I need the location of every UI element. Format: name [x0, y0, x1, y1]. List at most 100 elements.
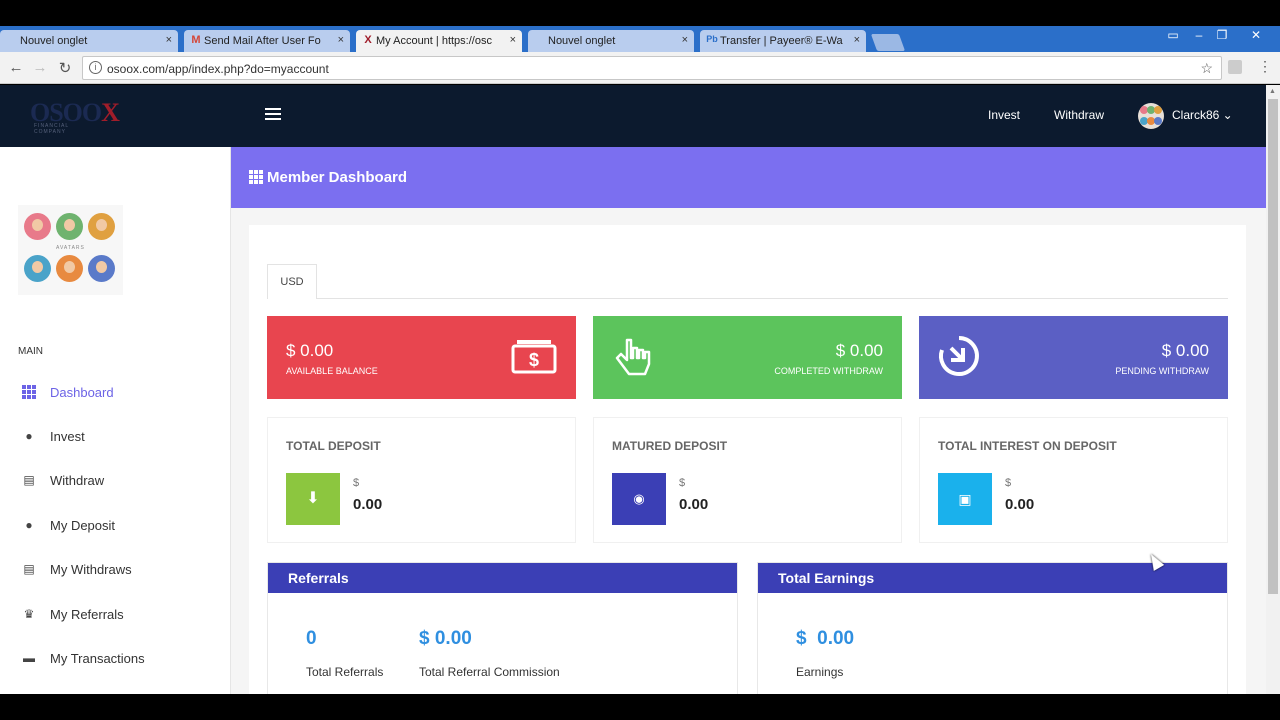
browser-tab-active[interactable]: X My Account | https://osc × — [356, 30, 522, 53]
card-title: MATURED DEPOSIT — [612, 439, 728, 453]
sidebar-item-my-referrals[interactable]: ♛ My Referrals — [0, 597, 230, 633]
tab-usd[interactable]: USD — [267, 264, 317, 299]
browser-menu-icon[interactable]: ⋮ — [1258, 58, 1272, 75]
total-earnings-card: Total Earnings $ 0.00 Earnings — [757, 562, 1228, 694]
earnings-value: $ 0.00 — [796, 628, 855, 649]
app-viewport: OSOOX FINANCIAL COMPANY Invest Withdraw … — [0, 85, 1266, 694]
stat-caption: AVAILABLE BALANCE — [286, 366, 378, 376]
restore-icon[interactable]: ❐ — [1211, 28, 1233, 42]
available-balance-card: $ 0.00 AVAILABLE BALANCE $ — [267, 316, 576, 399]
close-icon[interactable]: × — [166, 34, 172, 46]
new-tab-button[interactable] — [870, 34, 906, 51]
browser-tab[interactable]: M Send Mail After User Fo × — [184, 30, 350, 52]
stat-amount: $ 0.00 — [286, 341, 334, 360]
extension-icon[interactable] — [1228, 60, 1242, 74]
close-icon[interactable]: × — [682, 34, 688, 46]
brand-logo[interactable]: OSOOX FINANCIAL COMPANY — [30, 98, 120, 135]
deposit-value: 0.00 — [353, 496, 383, 513]
browser-tab[interactable]: Nouvel onglet × — [0, 30, 178, 52]
close-icon[interactable]: × — [338, 34, 344, 46]
cash-icon: ▤ — [23, 562, 35, 576]
nav-withdraw-link[interactable]: Withdraw — [1054, 108, 1104, 122]
browser-toolbar: ← → ↻ i osoox.com/app/index.php?do=myacc… — [0, 52, 1280, 84]
dashboard-panel: USD $ 0.00 AVAILABLE BALANCE $ $ 0.00 CO… — [249, 225, 1246, 694]
piggy-bank-icon: ● — [25, 429, 33, 443]
total-deposit-card: TOTAL DEPOSIT ⬇ $ 0.00 — [267, 417, 576, 543]
back-icon[interactable]: ← — [6, 59, 26, 76]
url-text[interactable]: osoox.com/app/index.php?do=myaccount — [107, 62, 329, 76]
forward-icon[interactable]: → — [30, 59, 50, 76]
total-referrals-value: 0 — [306, 628, 317, 649]
site-favicon-icon: X — [364, 34, 372, 46]
info-icon[interactable]: i — [89, 61, 102, 74]
sidebar-item-dashboard[interactable]: Dashboard — [0, 375, 230, 411]
currency-symbol: $ — [679, 477, 686, 489]
hamburger-menu-icon[interactable] — [265, 108, 281, 122]
card-title: TOTAL DEPOSIT — [286, 439, 381, 453]
currency-symbol: $ — [1005, 477, 1012, 489]
window-close-icon[interactable]: ✕ — [1245, 28, 1267, 42]
card-title: Referrals — [288, 570, 349, 586]
close-icon[interactable]: × — [510, 34, 516, 46]
total-referrals-label: Total Referrals — [306, 665, 384, 679]
profile-icon[interactable]: ▭ — [1162, 28, 1184, 42]
completed-withdraw-card: $ 0.00 COMPLETED WITHDRAW — [593, 316, 902, 399]
profile-avatar-image: AVATARS — [18, 205, 123, 295]
total-interest-card: TOTAL INTEREST ON DEPOSIT ▣ $ 0.00 — [919, 417, 1228, 543]
sidebar-item-label: Withdraw — [50, 473, 105, 488]
matured-deposit-card: MATURED DEPOSIT ◉ $ 0.00 — [593, 417, 902, 543]
stat-caption: PENDING WITHDRAW — [1115, 366, 1209, 376]
browser-tab-bar: Nouvel onglet × M Send Mail After User F… — [0, 26, 1280, 53]
referral-commission-label: Total Referral Commission — [419, 665, 560, 679]
deposit-value: 0.00 — [1005, 496, 1035, 513]
nav-invest-link[interactable]: Invest — [988, 108, 1020, 122]
tab-title: My Account | https://osc — [376, 35, 492, 47]
user-avatar[interactable] — [1138, 103, 1164, 129]
card-title: TOTAL INTEREST ON DEPOSIT — [938, 439, 1117, 453]
piggy-bank-icon: ● — [25, 518, 33, 532]
svg-text:$: $ — [529, 350, 539, 370]
stat-amount: $ 0.00 — [835, 341, 883, 360]
referrals-card: Referrals 0 Total Referrals $ 0.00 Total… — [267, 562, 738, 694]
sidebar-item-label: My Deposit — [50, 518, 116, 533]
tab-title: Nouvel onglet — [20, 35, 88, 47]
currency-symbol: $ — [353, 477, 360, 489]
stat-amount: $ 0.00 — [1161, 341, 1209, 360]
close-icon[interactable]: × — [854, 34, 860, 46]
browser-tab[interactable]: Nouvel onglet × — [528, 30, 694, 52]
minimize-icon[interactable]: – — [1188, 28, 1210, 42]
tab-title: Nouvel onglet — [548, 35, 616, 47]
sidebar-item-invest[interactable]: ● Invest — [0, 419, 230, 455]
coins-icon: ◉ — [612, 473, 666, 525]
sidebar-item-label: My Referrals — [50, 607, 124, 622]
cash-icon: ▤ — [23, 473, 35, 487]
scrollbar-thumb[interactable] — [1268, 99, 1278, 594]
sidebar-item-my-withdraws[interactable]: ▤ My Withdraws — [0, 552, 230, 588]
sidebar-item-label: Invest — [50, 429, 85, 444]
sidebar: AVATARS MAIN Dashboard ● Invest ▤ Withdr… — [0, 147, 231, 694]
bookmark-star-icon[interactable]: ☆ — [1200, 60, 1213, 77]
page-scrollbar[interactable]: ▲ — [1266, 85, 1280, 694]
crown-icon: ♛ — [23, 607, 35, 621]
payeer-icon: Pb — [706, 34, 718, 44]
sidebar-item-my-transactions[interactable]: ▬ My Transactions — [0, 641, 230, 677]
earnings-label: Earnings — [796, 665, 844, 679]
gmail-icon: M — [191, 34, 201, 46]
sidebar-item-withdraw[interactable]: ▤ Withdraw — [0, 463, 230, 499]
grid-icon — [22, 385, 36, 399]
tab-title: Transfer | Payeer® E-Wa — [720, 35, 843, 47]
reload-icon[interactable]: ↻ — [55, 59, 75, 77]
sidebar-item-label: Dashboard — [50, 385, 114, 400]
card-title: Total Earnings — [778, 570, 875, 586]
page-header: Member Dashboard — [231, 147, 1266, 208]
address-bar[interactable]: i osoox.com/app/index.php?do=myaccount ☆ — [82, 56, 1222, 80]
browser-tab[interactable]: Pb Transfer | Payeer® E-Wa × — [700, 30, 866, 52]
bill-icon: ▣ — [938, 473, 992, 525]
grid-icon — [249, 170, 263, 184]
clock-arrow-icon — [938, 336, 979, 376]
briefcase-icon: ▬ — [23, 651, 35, 665]
deposit-value: 0.00 — [679, 496, 709, 513]
scroll-up-icon[interactable]: ▲ — [1269, 88, 1276, 95]
user-menu-dropdown[interactable]: Clarck86 ⌄ — [1172, 108, 1233, 122]
sidebar-item-my-deposit[interactable]: ● My Deposit — [0, 508, 230, 544]
